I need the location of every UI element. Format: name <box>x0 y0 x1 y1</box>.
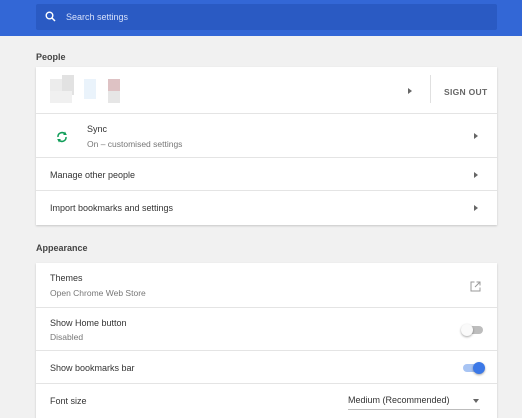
font-size-row: Font size Medium (Recommended) <box>36 384 497 418</box>
divider <box>430 75 431 103</box>
search-icon <box>36 4 66 30</box>
font-size-title: Font size <box>50 396 87 406</box>
bookmarks-bar-row: Show bookmarks bar <box>36 351 497 384</box>
import-bookmarks-label: Import bookmarks and settings <box>50 203 174 213</box>
themes-title: Themes <box>50 273 83 283</box>
sign-out-button[interactable]: SIGN OUT <box>444 87 488 97</box>
home-button-title: Show Home button <box>50 318 127 328</box>
sync-arrow-icon <box>474 133 478 139</box>
account-row[interactable]: SIGN OUT <box>36 67 497 114</box>
open-external-icon[interactable] <box>470 279 481 297</box>
bookmarks-bar-title: Show bookmarks bar <box>50 363 135 373</box>
manage-other-people-label: Manage other people <box>50 170 136 180</box>
import-bookmarks-row[interactable]: Import bookmarks and settings <box>36 191 497 225</box>
sync-subtitle: On – customised settings <box>87 139 183 149</box>
font-size-select[interactable]: Medium (Recommended) <box>348 395 450 405</box>
people-card: SIGN OUT Sync On – customised settings M… <box>36 67 497 225</box>
home-button-toggle[interactable] <box>461 324 483 336</box>
section-title-appearance: Appearance <box>36 243 88 253</box>
appearance-card: Themes Open Chrome Web Store Show Home b… <box>36 263 497 418</box>
expand-account-arrow-icon[interactable] <box>408 88 412 94</box>
manage-other-people-row[interactable]: Manage other people <box>36 158 497 191</box>
sync-row[interactable]: Sync On – customised settings <box>36 114 497 158</box>
chevron-down-icon[interactable] <box>473 399 479 403</box>
manage-arrow-icon <box>474 172 478 178</box>
top-bar <box>0 0 522 36</box>
themes-row[interactable]: Themes Open Chrome Web Store <box>36 263 497 308</box>
import-arrow-icon <box>474 205 478 211</box>
avatar <box>50 75 134 103</box>
sync-title: Sync <box>87 124 108 134</box>
select-underline <box>348 409 480 410</box>
bookmarks-bar-toggle[interactable] <box>463 362 485 374</box>
home-button-subtitle: Disabled <box>50 332 84 342</box>
search-box[interactable] <box>36 4 497 30</box>
sync-icon <box>56 130 68 148</box>
themes-subtitle: Open Chrome Web Store <box>50 288 146 298</box>
search-input[interactable] <box>66 4 446 30</box>
section-title-people: People <box>36 52 66 62</box>
home-button-row: Show Home button Disabled <box>36 308 497 351</box>
